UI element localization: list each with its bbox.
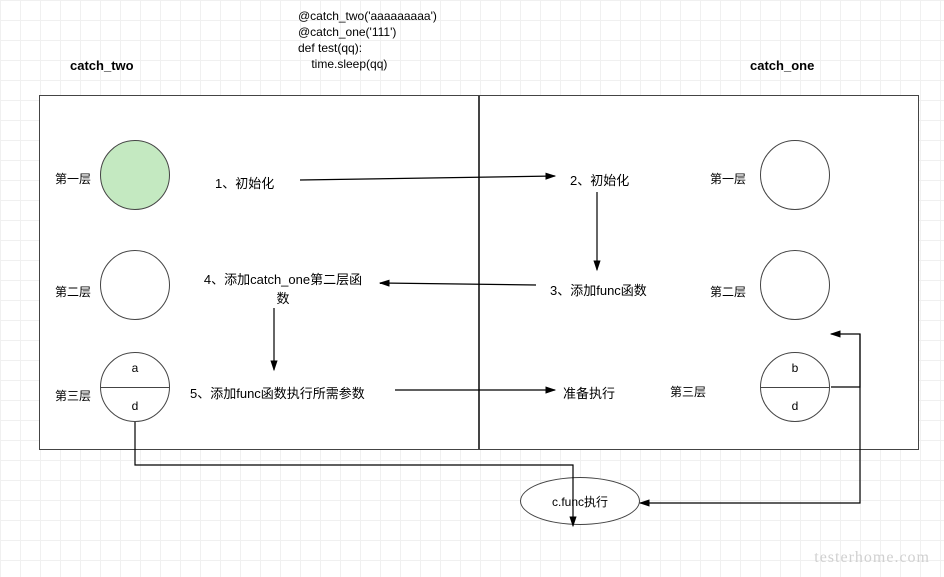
label-layer2-left: 第二层: [55, 283, 91, 300]
label-layer3-left: 第三层: [55, 387, 91, 404]
cfunc-label: c.func执行: [552, 493, 608, 510]
label-layer1-right: 第一层: [710, 170, 746, 187]
circle-left3-top-label: a: [101, 361, 169, 375]
divider-line: [101, 387, 169, 388]
code-line-4: time.sleep(qq): [298, 57, 387, 71]
label-layer2-right: 第二层: [710, 283, 746, 300]
code-line-1: @catch_two('aaaaaaaaa'): [298, 9, 437, 23]
step-2: 2、初始化: [570, 170, 629, 189]
step-6: 准备执行: [563, 383, 615, 402]
step-4: 4、添加catch_one第二层函数: [198, 269, 368, 307]
circle-left-layer1: [100, 140, 170, 210]
circle-right3-top-label: b: [761, 361, 829, 375]
circle-left-layer3: a d: [100, 352, 170, 422]
circle-right3-bottom-label: d: [761, 399, 829, 413]
step-5: 5、添加func函数执行所需参数: [190, 383, 365, 402]
step-1: 1、初始化: [215, 173, 274, 192]
circle-left3-bottom-label: d: [101, 399, 169, 413]
step-3: 3、添加func函数: [550, 280, 647, 299]
title-catch-two: catch_two: [70, 58, 134, 73]
label-layer1-left: 第一层: [55, 170, 91, 187]
label-layer3-right: 第三层: [670, 383, 706, 400]
watermark: testerhome.com: [814, 549, 930, 567]
cfunc-ellipse: c.func执行: [520, 477, 640, 525]
code-line-3: def test(qq):: [298, 41, 362, 55]
circle-left-layer2: [100, 250, 170, 320]
circle-right-layer3: b d: [760, 352, 830, 422]
code-line-2: @catch_one('111'): [298, 25, 396, 39]
code-block: @catch_two('aaaaaaaaa') @catch_one('111'…: [298, 8, 437, 72]
divider-line: [761, 387, 829, 388]
circle-right-layer2: [760, 250, 830, 320]
circle-right-layer1: [760, 140, 830, 210]
title-catch-one: catch_one: [750, 58, 814, 73]
